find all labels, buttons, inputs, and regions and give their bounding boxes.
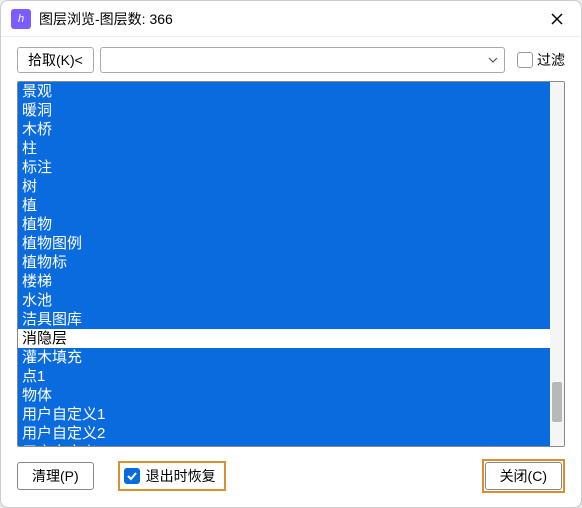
list-item[interactable]: 柱 (18, 139, 550, 158)
toolbar: 拾取(K)< 过滤 (1, 37, 581, 81)
close-icon[interactable] (543, 5, 571, 33)
list-item[interactable]: 植物图例 (18, 234, 550, 253)
restore-on-exit-wrap[interactable]: 退出时恢复 (118, 461, 226, 491)
list-item[interactable]: 木桥 (18, 120, 550, 139)
list-item[interactable]: 景观 (18, 82, 550, 101)
list-item[interactable]: 植物 (18, 215, 550, 234)
footer: 清理(P) 退出时恢复 关闭(C) (1, 447, 581, 507)
list-item[interactable]: 消隐层 (18, 329, 550, 348)
pick-button[interactable]: 拾取(K)< (17, 47, 94, 73)
titlebar: h 图层浏览-图层数: 366 (1, 1, 581, 37)
scrollbar-thumb[interactable] (552, 382, 562, 422)
list-item[interactable]: 用户自定义1 (18, 405, 550, 424)
app-icon: h (11, 9, 31, 29)
close-button[interactable]: 关闭(C) (485, 462, 562, 490)
chevron-down-icon (488, 55, 498, 66)
list-item[interactable]: 用户自定义2 (18, 424, 550, 443)
scrollbar[interactable] (550, 82, 564, 446)
list-item[interactable]: 物体 (18, 386, 550, 405)
layer-combobox[interactable] (100, 47, 505, 73)
list-item[interactable]: 树 (18, 177, 550, 196)
list-item[interactable]: 楼梯 (18, 272, 550, 291)
filter-label: 过滤 (537, 50, 565, 70)
dialog-window: h 图层浏览-图层数: 366 拾取(K)< 过滤 景观暖洞木桥柱标注树植植物植… (0, 0, 582, 508)
list-item[interactable]: 用户自定义3 (18, 443, 550, 446)
list-item[interactable]: 植 (18, 196, 550, 215)
layer-listbox[interactable]: 景观暖洞木桥柱标注树植植物植物图例植物标楼梯水池洁具图库消隐层灌木填充点1物体用… (17, 81, 565, 447)
close-button-highlight: 关闭(C) (482, 459, 565, 493)
clear-button[interactable]: 清理(P) (17, 462, 94, 490)
list-item[interactable]: 标注 (18, 158, 550, 177)
list-item[interactable]: 灌木填充 (18, 348, 550, 367)
window-title: 图层浏览-图层数: 366 (39, 9, 543, 29)
list-item[interactable]: 洁具图库 (18, 310, 550, 329)
restore-label: 退出时恢复 (146, 466, 216, 486)
filter-checkbox-wrap[interactable]: 过滤 (517, 50, 565, 70)
filter-checkbox[interactable] (517, 52, 533, 68)
restore-checkbox[interactable] (124, 468, 140, 484)
list-item[interactable]: 点1 (18, 367, 550, 386)
list-item[interactable]: 水池 (18, 291, 550, 310)
list-item[interactable]: 植物标 (18, 253, 550, 272)
list-item[interactable]: 暖洞 (18, 101, 550, 120)
